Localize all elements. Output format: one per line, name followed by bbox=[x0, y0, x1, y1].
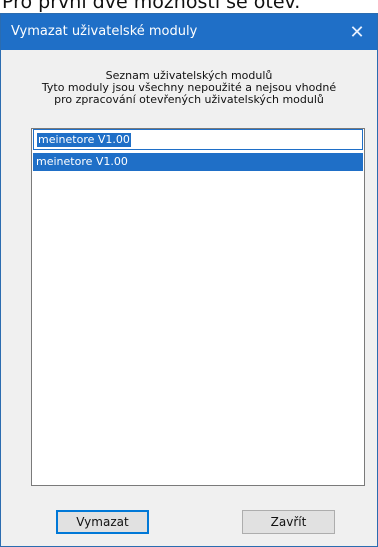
dialog-title: Vymazat uživatelské moduly bbox=[11, 24, 198, 39]
list-item[interactable]: meinetore V1.00 bbox=[33, 153, 363, 171]
module-name-edit-field[interactable]: meinetore V1.00 bbox=[33, 129, 363, 150]
user-modules-listbox[interactable]: meinetore V1.00 meinetore V1.00 bbox=[31, 128, 365, 486]
close-icon[interactable]: ✕ bbox=[337, 14, 377, 50]
delete-button[interactable]: Vymazat bbox=[56, 510, 149, 534]
description-line-2: Tyto moduly jsou všechny nepoužité a nej… bbox=[41, 82, 337, 94]
description-line-3: pro zpracování otevřených uživatelských … bbox=[54, 94, 324, 106]
title-bar[interactable]: Vymazat uživatelské moduly ✕ bbox=[1, 14, 377, 50]
module-list-description: Seznam uživatelských modulů Tyto moduly … bbox=[21, 70, 357, 106]
description-line-1: Seznam uživatelských modulů bbox=[105, 70, 273, 82]
background-document-text: Pro první dvě možnosti se otev. bbox=[2, 0, 301, 13]
module-name-edit-text[interactable]: meinetore V1.00 bbox=[37, 133, 131, 147]
close-button[interactable]: Zavřít bbox=[242, 510, 335, 534]
delete-user-modules-dialog: Vymazat uživatelské moduly ✕ Seznam uživ… bbox=[0, 13, 378, 547]
